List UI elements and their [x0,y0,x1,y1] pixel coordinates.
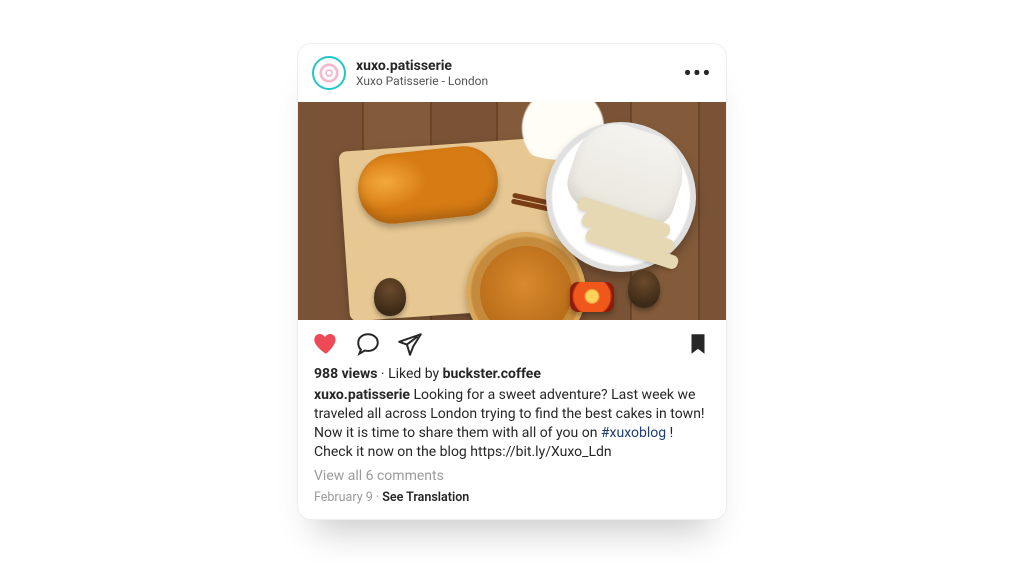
share-button[interactable] [396,330,424,358]
see-translation-link[interactable]: See Translation [382,490,469,505]
views-row: 988 views · Liked by buckster.coffee [298,362,726,382]
separator-dot: · [381,366,385,382]
username[interactable]: xuxo.patisserie [356,58,488,74]
separator-dot: · [376,490,379,505]
post-image[interactable] [298,102,726,320]
paper-plane-icon [397,331,423,357]
liked-by-name[interactable]: buckster.coffee [443,366,541,382]
pinecone [628,270,660,308]
action-bar [298,320,726,362]
heart-icon [313,331,339,357]
views-label: views [342,366,378,382]
pinecone [374,278,406,316]
bookmark-icon [685,331,711,357]
instagram-post-card: xuxo.patisserie Xuxo Patisserie - London… [297,43,727,520]
avatar[interactable] [312,56,346,90]
more-options-button[interactable]: ••• [684,61,712,85]
location[interactable]: Xuxo Patisserie - London [356,75,488,89]
like-button[interactable] [312,330,340,358]
comment-button[interactable] [354,330,382,358]
view-comments-link[interactable]: View all 6 comments [298,462,726,484]
avatar-donut-icon [318,62,340,84]
candle [570,282,614,312]
date-row: February 9 · See Translation [298,484,726,519]
caption: xuxo.patisserie Looking for a sweet adve… [298,382,726,462]
post-header: xuxo.patisserie Xuxo Patisserie - London… [298,44,726,102]
liked-by-prefix: Liked by [388,366,439,382]
comment-icon [355,331,381,357]
save-button[interactable] [684,330,712,358]
caption-author[interactable]: xuxo.patisserie [314,387,410,403]
caption-hashtag[interactable]: #xuxoblog [601,425,666,441]
post-date: February 9 [314,490,373,505]
views-count: 988 [314,366,338,382]
